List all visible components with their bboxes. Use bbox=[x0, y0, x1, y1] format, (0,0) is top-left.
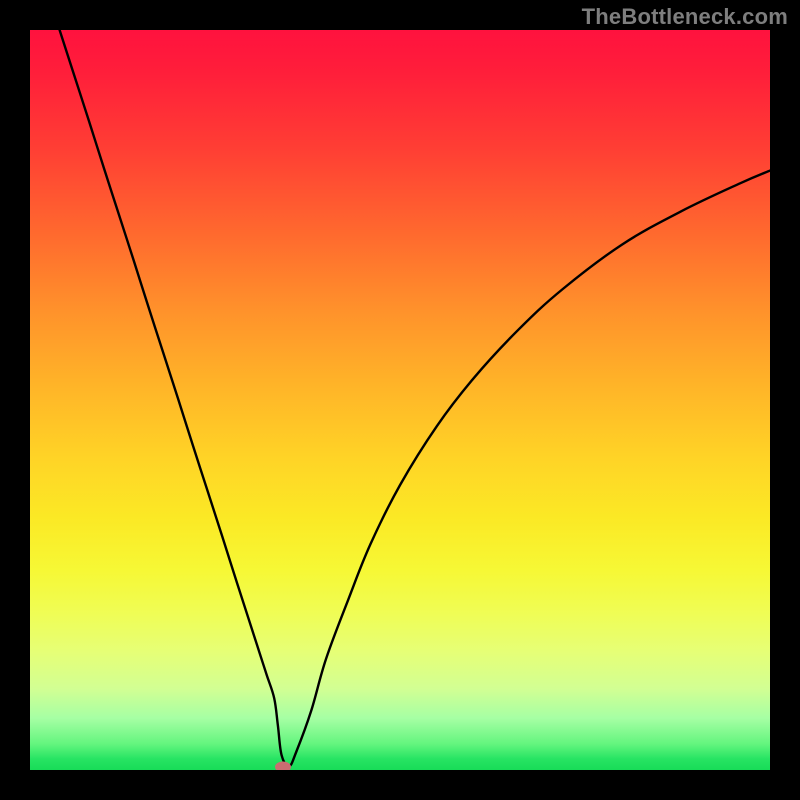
bottleneck-curve bbox=[60, 30, 770, 766]
minimum-marker bbox=[275, 762, 291, 770]
chart-frame: TheBottleneck.com bbox=[0, 0, 800, 800]
curve-svg bbox=[30, 30, 770, 770]
watermark-text: TheBottleneck.com bbox=[582, 4, 788, 30]
plot-area bbox=[30, 30, 770, 770]
